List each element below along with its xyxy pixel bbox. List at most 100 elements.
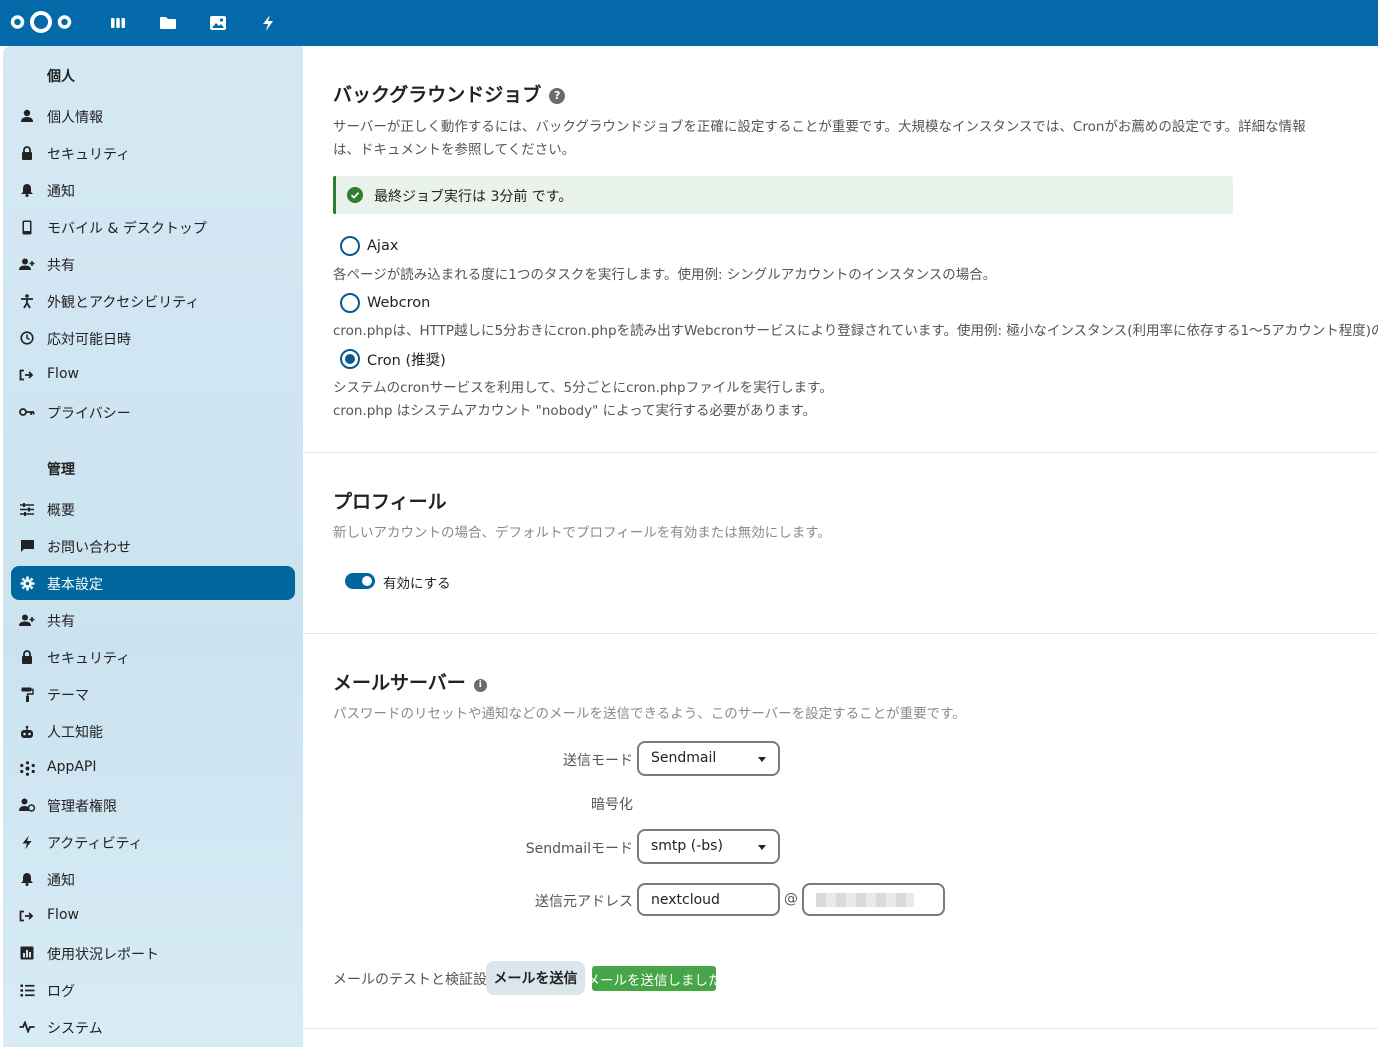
sidebar-item-label: セキュリティ [47, 147, 131, 163]
send-email-button[interactable]: メールを送信 [486, 961, 585, 995]
sidebar-item-label: 概要 [47, 503, 75, 519]
sidebar-item-admin-sharing[interactable]: 共有 [11, 603, 295, 637]
radio-webcron[interactable]: Webcron [340, 292, 430, 314]
help-icon[interactable]: ? [549, 88, 566, 104]
sidebar-item-personal-info[interactable]: 個人情報 [11, 99, 295, 133]
section-divider [303, 1028, 1378, 1029]
sidebar-item-label: 共有 [47, 614, 75, 630]
sidebar-item-sharing[interactable]: 共有 [11, 247, 295, 281]
select-value: smtp (-bs) [651, 838, 723, 854]
at-sign: @ [784, 891, 798, 907]
flow-icon [19, 908, 35, 924]
sidebar-item-admin-flow[interactable]: Flow [11, 899, 295, 933]
info-icon[interactable]: i [473, 679, 487, 692]
sidebar-item-label: 外観とアクセシビリティ [47, 295, 200, 311]
cron-description: システムのcronサービスを利用して、5分ごとにcron.phpファイルを実行し… [333, 377, 833, 423]
caret-down-icon [758, 845, 766, 850]
radio-button[interactable] [340, 236, 360, 256]
sidebar-item-label: 通知 [47, 873, 75, 889]
profile-enable-toggle[interactable] [345, 573, 375, 589]
section-divider [303, 633, 1378, 634]
bolt-icon [19, 834, 35, 850]
sidebar-item-availability[interactable]: 応対可能日時 [11, 321, 295, 355]
ajax-description: 各ページが読み込まれる度に1つのタスクを実行します。使用例: シングルアカウント… [333, 267, 997, 283]
nav-caption-admin: 管理 [47, 462, 75, 478]
mail-server-title-text: メールサーバー [333, 672, 466, 694]
chart-icon [19, 945, 35, 961]
sidebar-item-logs[interactable]: ログ [11, 973, 295, 1007]
message-icon [19, 538, 35, 554]
sidebar-item-system[interactable]: システム [11, 1010, 295, 1044]
sidebar-item-label: 基本設定 [47, 577, 103, 593]
nextcloud-logo-icon[interactable] [10, 9, 72, 35]
radio-button[interactable] [340, 293, 360, 313]
send-mode-select[interactable]: Sendmail [637, 741, 780, 776]
sidebar-item-label: お問い合わせ [47, 540, 131, 556]
share-icon [19, 256, 35, 272]
background-jobs-title-text: バックグラウンドジョブ [333, 84, 542, 106]
profile-toggle-label: 有効にする [383, 576, 451, 592]
bell-icon [19, 182, 35, 198]
profile-title: プロフィール [333, 491, 447, 513]
status-text: 最終ジョブ実行は 3分前 です。 [374, 189, 573, 205]
pulse-icon [19, 1019, 35, 1035]
sidebar-item-label: Flow [47, 366, 79, 382]
photos-icon[interactable] [206, 11, 230, 35]
sidebar-item-label: モバイル & デスクトップ [47, 221, 207, 237]
sidebar-item-label: 共有 [47, 258, 75, 274]
sidebar-item-mobile-desktop[interactable]: モバイル & デスクトップ [11, 210, 295, 244]
sidebar-item-overview[interactable]: 概要 [11, 492, 295, 526]
background-jobs-description: サーバーが正しく動作するには、バックグラウンドジョブを正確に設定することが重要で… [333, 116, 1306, 162]
gear-icon [19, 575, 35, 591]
sidebar-item-flow[interactable]: Flow [11, 358, 295, 392]
sidebar-item-label: 通知 [47, 184, 75, 200]
sendmail-mode-select[interactable]: smtp (-bs) [637, 829, 780, 864]
radio-cron[interactable]: Cron (推奨) [340, 348, 446, 370]
background-jobs-title: バックグラウンドジョブ? [333, 80, 566, 107]
encryption-label: 暗号化 [591, 797, 633, 813]
radio-label: Ajax [367, 238, 399, 254]
sidebar-item-usage-report[interactable]: 使用状況レポート [11, 936, 295, 970]
activity-icon[interactable] [256, 11, 280, 35]
sidebar-item-privacy[interactable]: プライバシー [11, 395, 295, 429]
admin-icon [19, 797, 35, 813]
sidebar-item-basic-settings[interactable]: 基本設定 [11, 566, 295, 600]
sidebar-item-ai[interactable]: 人工知能 [11, 714, 295, 748]
paint-roller-icon [19, 686, 35, 702]
domain-input[interactable] [802, 883, 945, 916]
radio-button-checked[interactable] [340, 349, 360, 369]
sidebar-item-appapi[interactable]: AppAPI [11, 751, 295, 785]
profile-description: 新しいアカウントの場合、デフォルトでプロフィールを有効または無効にします。 [333, 525, 831, 541]
sidebar-item-activity[interactable]: アクティビティ [11, 825, 295, 859]
robot-icon [19, 723, 35, 739]
sidebar-item-label: システム [47, 1021, 103, 1037]
sidebar-item-admin-notifications[interactable]: 通知 [11, 862, 295, 896]
clock-icon [19, 330, 35, 346]
sidebar-item-security[interactable]: セキュリティ [11, 136, 295, 170]
radio-label: Cron (推奨) [367, 352, 446, 369]
sidebar-item-label: 管理者権限 [47, 799, 117, 815]
files-icon[interactable] [156, 11, 180, 35]
sidebar-item-admin-security[interactable]: セキュリティ [11, 640, 295, 674]
sidebar-item-label: プライバシー [47, 406, 131, 422]
sidebar-item-label: テーマ [47, 688, 89, 704]
user-icon [19, 108, 35, 124]
sidebar-item-admin-privileges[interactable]: 管理者権限 [11, 788, 295, 822]
sidebar-item-notifications[interactable]: 通知 [11, 173, 295, 207]
from-address-input[interactable] [637, 883, 780, 916]
sidebar-item-theming[interactable]: テーマ [11, 677, 295, 711]
settings-sidebar: 個人 個人情報 セキュリティ 通知 モバイル & デスクトップ 共有 外観とアク… [3, 46, 303, 1047]
sidebar-item-label: ログ [47, 984, 75, 1000]
sidebar-item-contact[interactable]: お問い合わせ [11, 529, 295, 563]
description-line: は、ドキュメントを参照してください。 [333, 142, 576, 158]
from-address-field[interactable] [639, 885, 778, 914]
sidebar-item-accessibility[interactable]: 外観とアクセシビリティ [11, 284, 295, 318]
settings-content: バックグラウンドジョブ? サーバーが正しく動作するには、バックグラウンドジョブを… [303, 46, 1378, 1047]
radio-ajax[interactable]: Ajax [340, 235, 398, 257]
nav-caption-personal: 個人 [47, 69, 75, 85]
dashboard-icon[interactable] [106, 11, 130, 35]
sidebar-item-label: アクティビティ [47, 836, 143, 852]
sidebar-item-label: AppAPI [47, 759, 97, 775]
send-mode-label: 送信モード [563, 753, 633, 769]
accessibility-icon [19, 293, 35, 309]
